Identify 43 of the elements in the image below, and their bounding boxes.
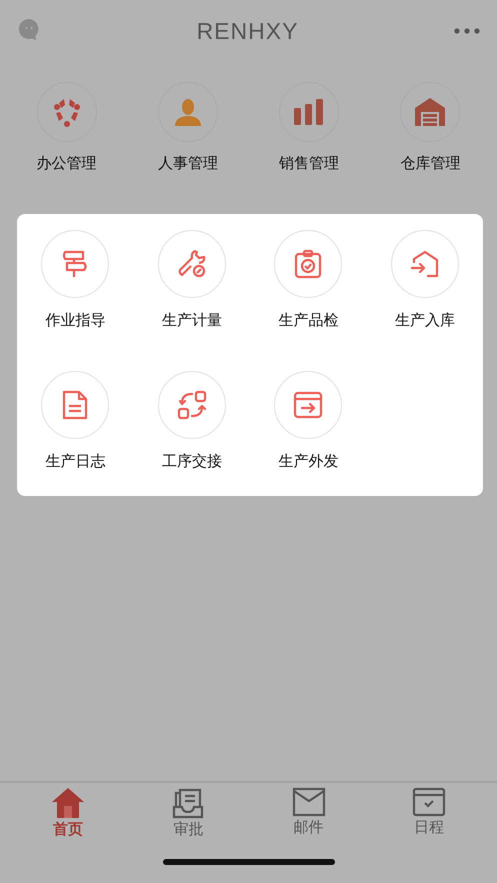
module-label: 办公管理 — [36, 154, 97, 173]
wrench-icon — [176, 249, 207, 279]
menu-icon-circle[interactable] — [158, 230, 226, 298]
enter-house-icon — [410, 250, 440, 278]
menu-icon-circle[interactable] — [274, 371, 342, 439]
module-icon-circle[interactable] — [279, 82, 340, 142]
tab-item[interactable]: 首页 — [8, 787, 128, 849]
app-logo: RENHXY — [196, 18, 298, 44]
module-icon-circle[interactable] — [158, 82, 218, 142]
module-icon-circle[interactable] — [36, 82, 97, 142]
chat-icon[interactable] — [17, 17, 41, 41]
menu-icon-circle[interactable] — [41, 230, 110, 298]
exchange-icon — [176, 390, 207, 420]
module-icon-circle[interactable] — [400, 82, 460, 142]
menu-icon-circle[interactable] — [390, 230, 459, 298]
menu-item-label: 作业指导 — [45, 311, 106, 330]
signpost-icon — [61, 249, 90, 279]
menu-item-label: 生产日志 — [45, 452, 106, 471]
module-label: 人事管理 — [158, 154, 218, 173]
warehouse-icon — [414, 97, 446, 127]
calendar-check-icon — [412, 787, 446, 817]
home-icon — [51, 787, 86, 819]
menu-item-label: 工序交接 — [162, 452, 222, 471]
tab-item[interactable]: 审批 — [128, 787, 248, 849]
menu-item-label: 生产外发 — [278, 452, 338, 471]
menu-item-label: 生产入库 — [394, 311, 455, 330]
module-label: 仓库管理 — [400, 154, 460, 173]
bar-chart-icon — [293, 98, 326, 126]
outbox-icon — [293, 391, 324, 419]
menu-item-label: 生产计量 — [162, 311, 222, 330]
person-icon — [172, 97, 203, 127]
menu-icon-circle[interactable] — [41, 371, 110, 439]
menu-icon-circle[interactable] — [158, 371, 226, 439]
more-icon[interactable] — [454, 28, 480, 34]
menu-icon-circle[interactable] — [274, 230, 342, 298]
mail-icon — [292, 787, 326, 817]
document-icon — [62, 390, 88, 420]
clipboard-check-icon — [294, 249, 322, 279]
module-label: 销售管理 — [279, 154, 340, 173]
inbox-icon — [172, 787, 204, 819]
tab-item[interactable]: 邮件 — [248, 787, 369, 849]
tab-item[interactable]: 日程 — [368, 787, 489, 849]
menu-item-label: 生产品检 — [278, 311, 338, 330]
